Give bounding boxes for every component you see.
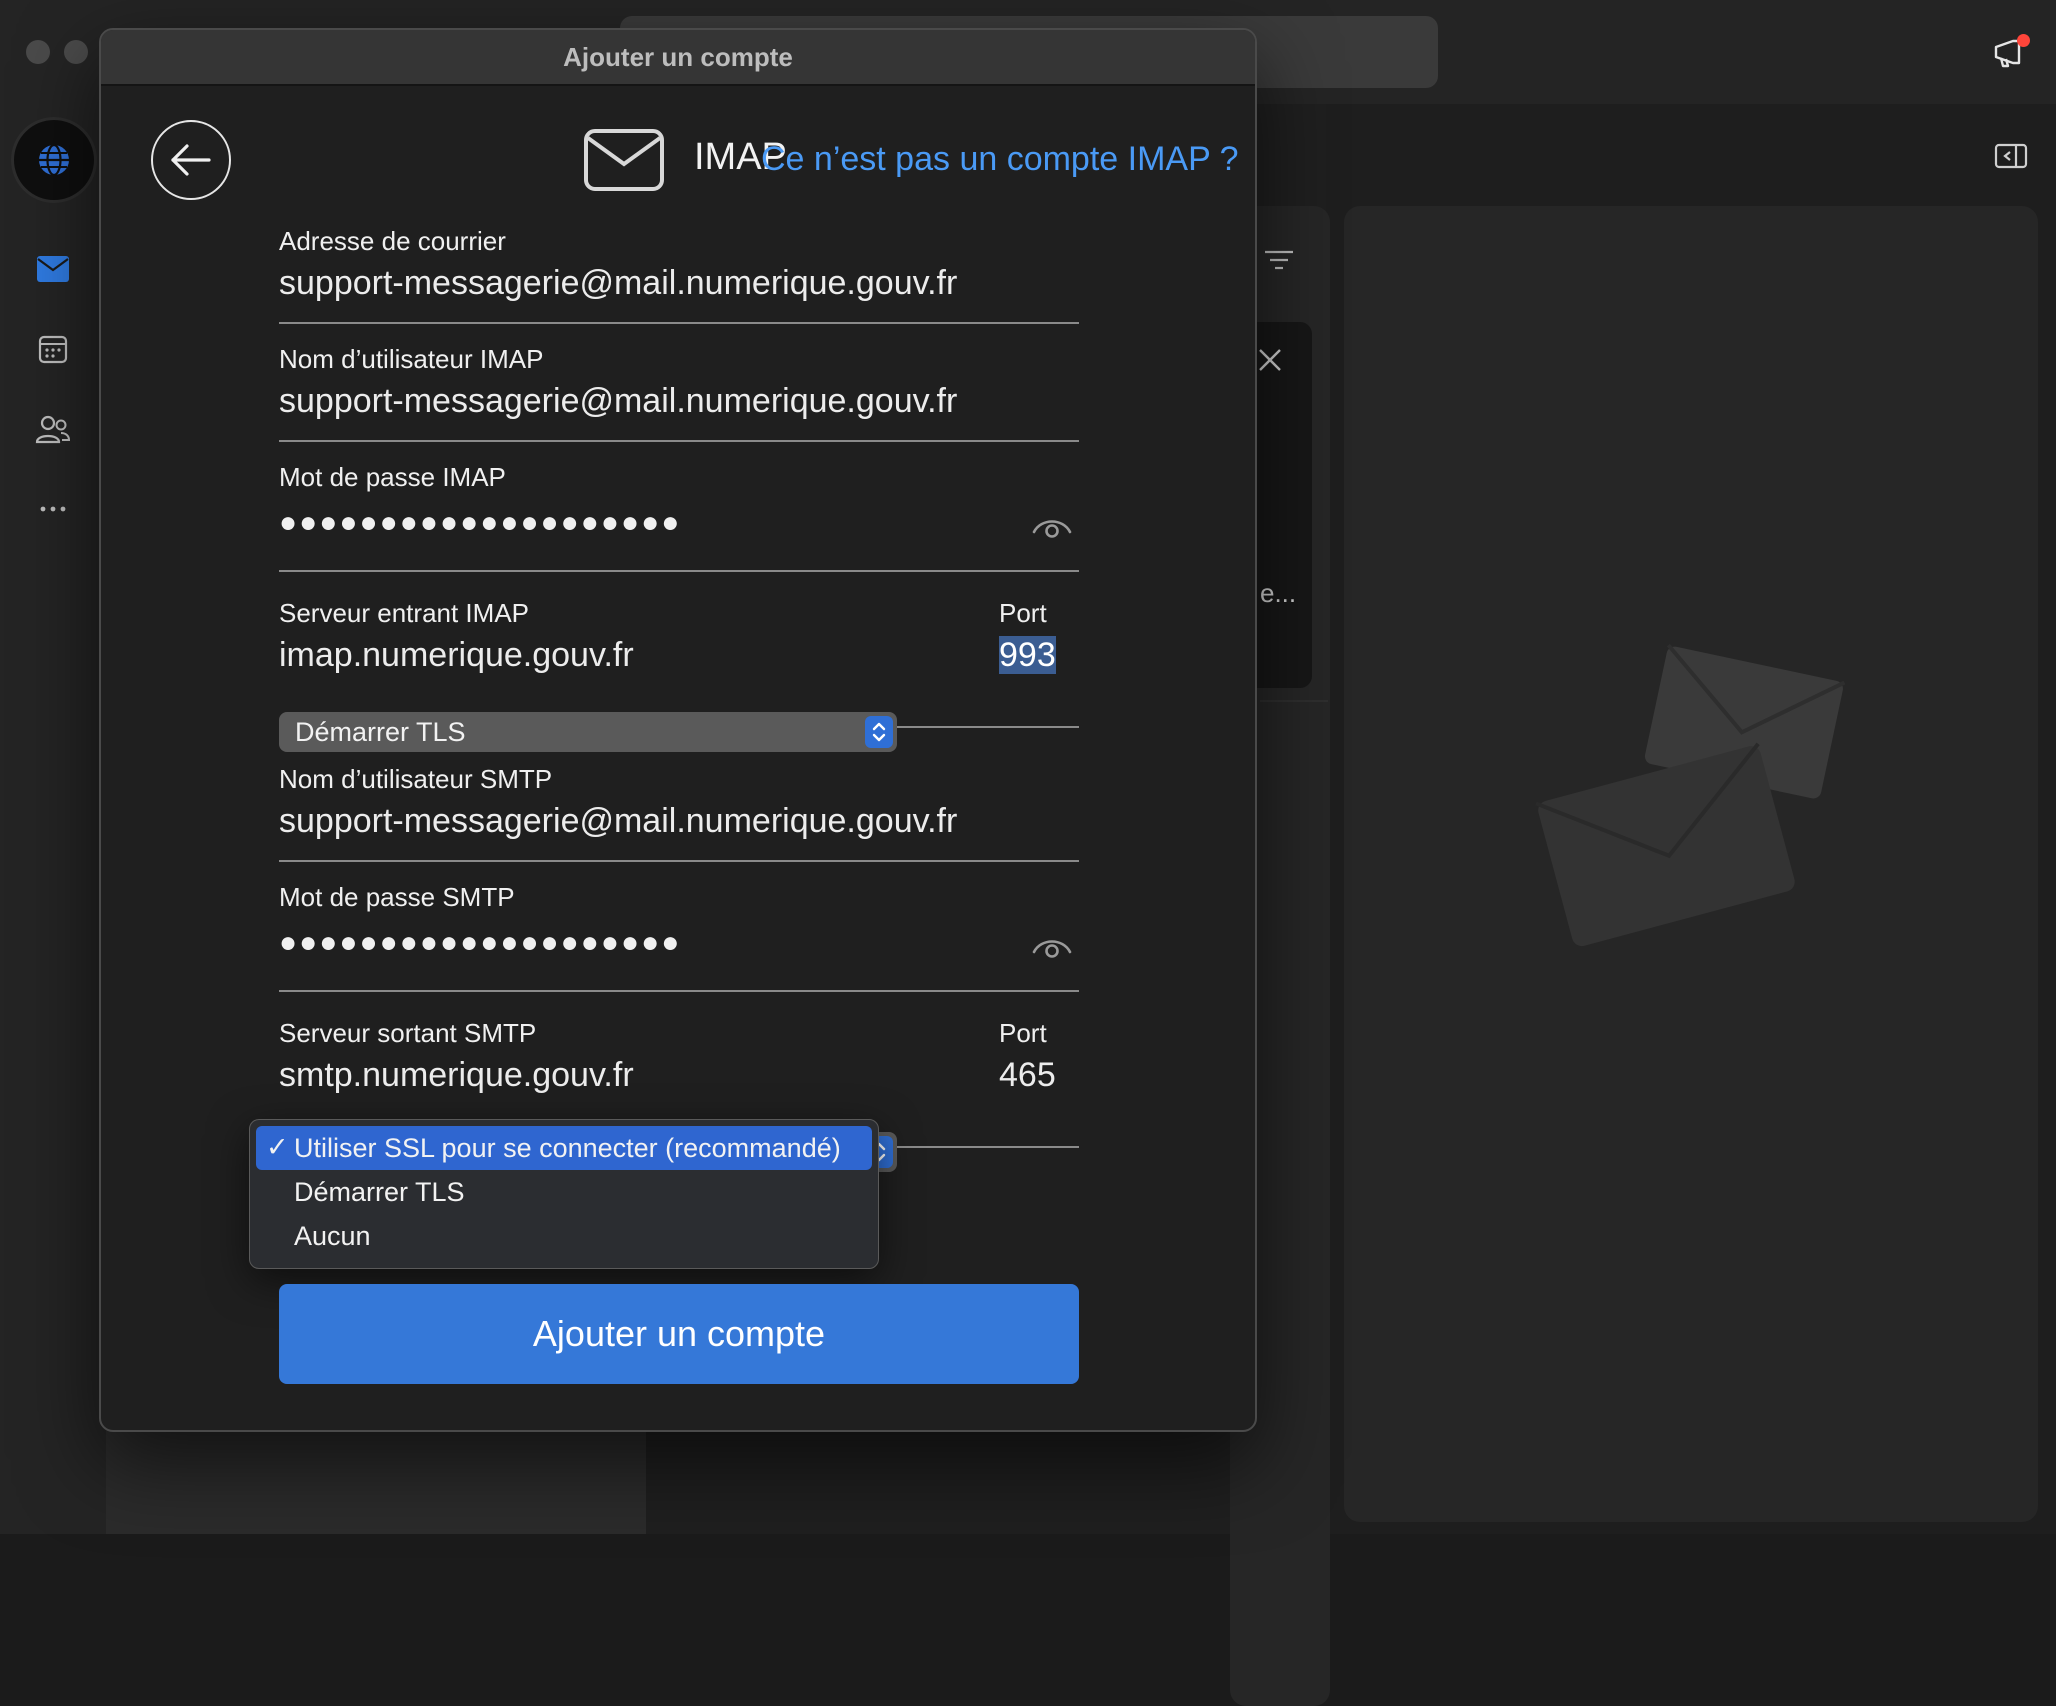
email-input[interactable]: support-messagerie@mail.numerique.gouv.f… bbox=[279, 264, 957, 303]
imap-security-value: Démarrer TLS bbox=[295, 716, 466, 747]
envelope-icon bbox=[1535, 643, 1846, 947]
field-underline bbox=[279, 570, 1079, 572]
field-underline bbox=[279, 860, 1079, 862]
imap-username-label: Nom d’utilisateur IMAP bbox=[279, 344, 544, 374]
smtp-security-dropdown: ✓ Utiliser SSL pour se connecter (recomm… bbox=[249, 1119, 879, 1269]
email-field[interactable]: Adresse de courrier support-messagerie@m… bbox=[279, 226, 1079, 338]
mail-icon bbox=[584, 129, 664, 191]
imap-password-field[interactable]: Mot de passe IMAP ●●●●●●●●●●●●●●●●●●●● bbox=[279, 462, 1079, 592]
smtp-password-input[interactable]: ●●●●●●●●●●●●●●●●●●●● bbox=[279, 926, 681, 960]
smtp-password-field[interactable]: Mot de passe SMTP ●●●●●●●●●●●●●●●●●●●● bbox=[279, 882, 1079, 1012]
dropdown-option-ssl[interactable]: ✓ Utiliser SSL pour se connecter (recomm… bbox=[256, 1126, 872, 1170]
eye-icon[interactable] bbox=[1031, 932, 1073, 960]
mail-icon bbox=[37, 256, 69, 282]
notification-dot bbox=[2017, 34, 2030, 47]
list-divider bbox=[1260, 700, 1328, 702]
eye-icon[interactable] bbox=[1031, 512, 1073, 540]
imap-server-input[interactable]: imap.numerique.gouv.fr bbox=[279, 636, 634, 675]
option-label: Démarrer TLS bbox=[294, 1176, 465, 1207]
smtp-username-input[interactable]: support-messagerie@mail.numerique.gouv.f… bbox=[279, 802, 957, 841]
imap-security-select[interactable]: Démarrer TLS bbox=[279, 712, 897, 752]
people-icon bbox=[35, 415, 71, 444]
more-nav-button[interactable] bbox=[34, 490, 72, 528]
field-underline bbox=[279, 322, 1079, 324]
chevron-updown-icon bbox=[865, 716, 893, 748]
window-minimize-button[interactable] bbox=[64, 40, 88, 64]
people-nav-button[interactable] bbox=[34, 410, 72, 448]
smtp-port-input[interactable]: 465 bbox=[999, 1056, 1056, 1095]
close-icon[interactable] bbox=[1256, 346, 1284, 374]
smtp-password-label: Mot de passe SMTP bbox=[279, 882, 515, 912]
add-account-button[interactable]: Ajouter un compte bbox=[279, 1284, 1079, 1384]
smtp-port-label: Port bbox=[999, 1018, 1047, 1048]
account-globe-button[interactable] bbox=[14, 120, 94, 200]
back-button[interactable] bbox=[151, 120, 231, 200]
imap-server-field[interactable]: Serveur entrant IMAP imap.numerique.gouv… bbox=[279, 598, 1079, 728]
dropdown-option-none[interactable]: Aucun bbox=[256, 1214, 872, 1258]
dropdown-option-starttls[interactable]: Démarrer TLS bbox=[256, 1170, 872, 1214]
smtp-server-input[interactable]: smtp.numerique.gouv.fr bbox=[279, 1056, 634, 1095]
filter-icon[interactable] bbox=[1262, 246, 1296, 274]
more-icon bbox=[40, 506, 66, 512]
option-label: Aucun bbox=[294, 1220, 371, 1251]
not-imap-account-link[interactable]: Ce n’est pas un compte IMAP ? bbox=[761, 140, 1239, 179]
outlook-window: e... Ajouter un compte IMAP Ce n’est pas… bbox=[0, 0, 2056, 1706]
list-item-preview: e... bbox=[1260, 578, 1297, 608]
field-underline bbox=[279, 990, 1079, 992]
calendar-icon bbox=[38, 335, 68, 364]
option-label: Utiliser SSL pour se connecter (recomman… bbox=[294, 1132, 841, 1163]
imap-username-field[interactable]: Nom d’utilisateur IMAP support-messageri… bbox=[279, 344, 1079, 456]
add-account-dialog: Ajouter un compte IMAP Ce n’est pas un c… bbox=[99, 28, 1257, 1432]
window-close-button[interactable] bbox=[26, 40, 50, 64]
sidebar-toggle-icon[interactable] bbox=[1994, 142, 2028, 170]
smtp-server-label: Serveur sortant SMTP bbox=[279, 1018, 537, 1048]
dialog-title: Ajouter un compte bbox=[101, 30, 1255, 86]
calendar-nav-button[interactable] bbox=[34, 330, 72, 368]
email-label: Adresse de courrier bbox=[279, 226, 506, 256]
imap-server-label: Serveur entrant IMAP bbox=[279, 598, 529, 628]
back-arrow-icon bbox=[171, 144, 211, 176]
imap-port-selected-text: 993 bbox=[999, 636, 1056, 674]
smtp-username-label: Nom d’utilisateur SMTP bbox=[279, 764, 553, 794]
imap-username-input[interactable]: support-messagerie@mail.numerique.gouv.f… bbox=[279, 382, 957, 421]
checkmark-icon: ✓ bbox=[266, 1132, 289, 1162]
imap-password-label: Mot de passe IMAP bbox=[279, 462, 506, 492]
smtp-username-field[interactable]: Nom d’utilisateur SMTP support-messageri… bbox=[279, 764, 1079, 876]
imap-password-input[interactable]: ●●●●●●●●●●●●●●●●●●●● bbox=[279, 506, 681, 540]
field-underline bbox=[279, 440, 1079, 442]
mail-nav-button[interactable] bbox=[34, 250, 72, 288]
navigation-rail bbox=[0, 104, 106, 1534]
imap-port-label: Port bbox=[999, 598, 1047, 628]
imap-port-input[interactable]: 993 bbox=[999, 636, 1056, 675]
globe-icon bbox=[39, 143, 69, 177]
